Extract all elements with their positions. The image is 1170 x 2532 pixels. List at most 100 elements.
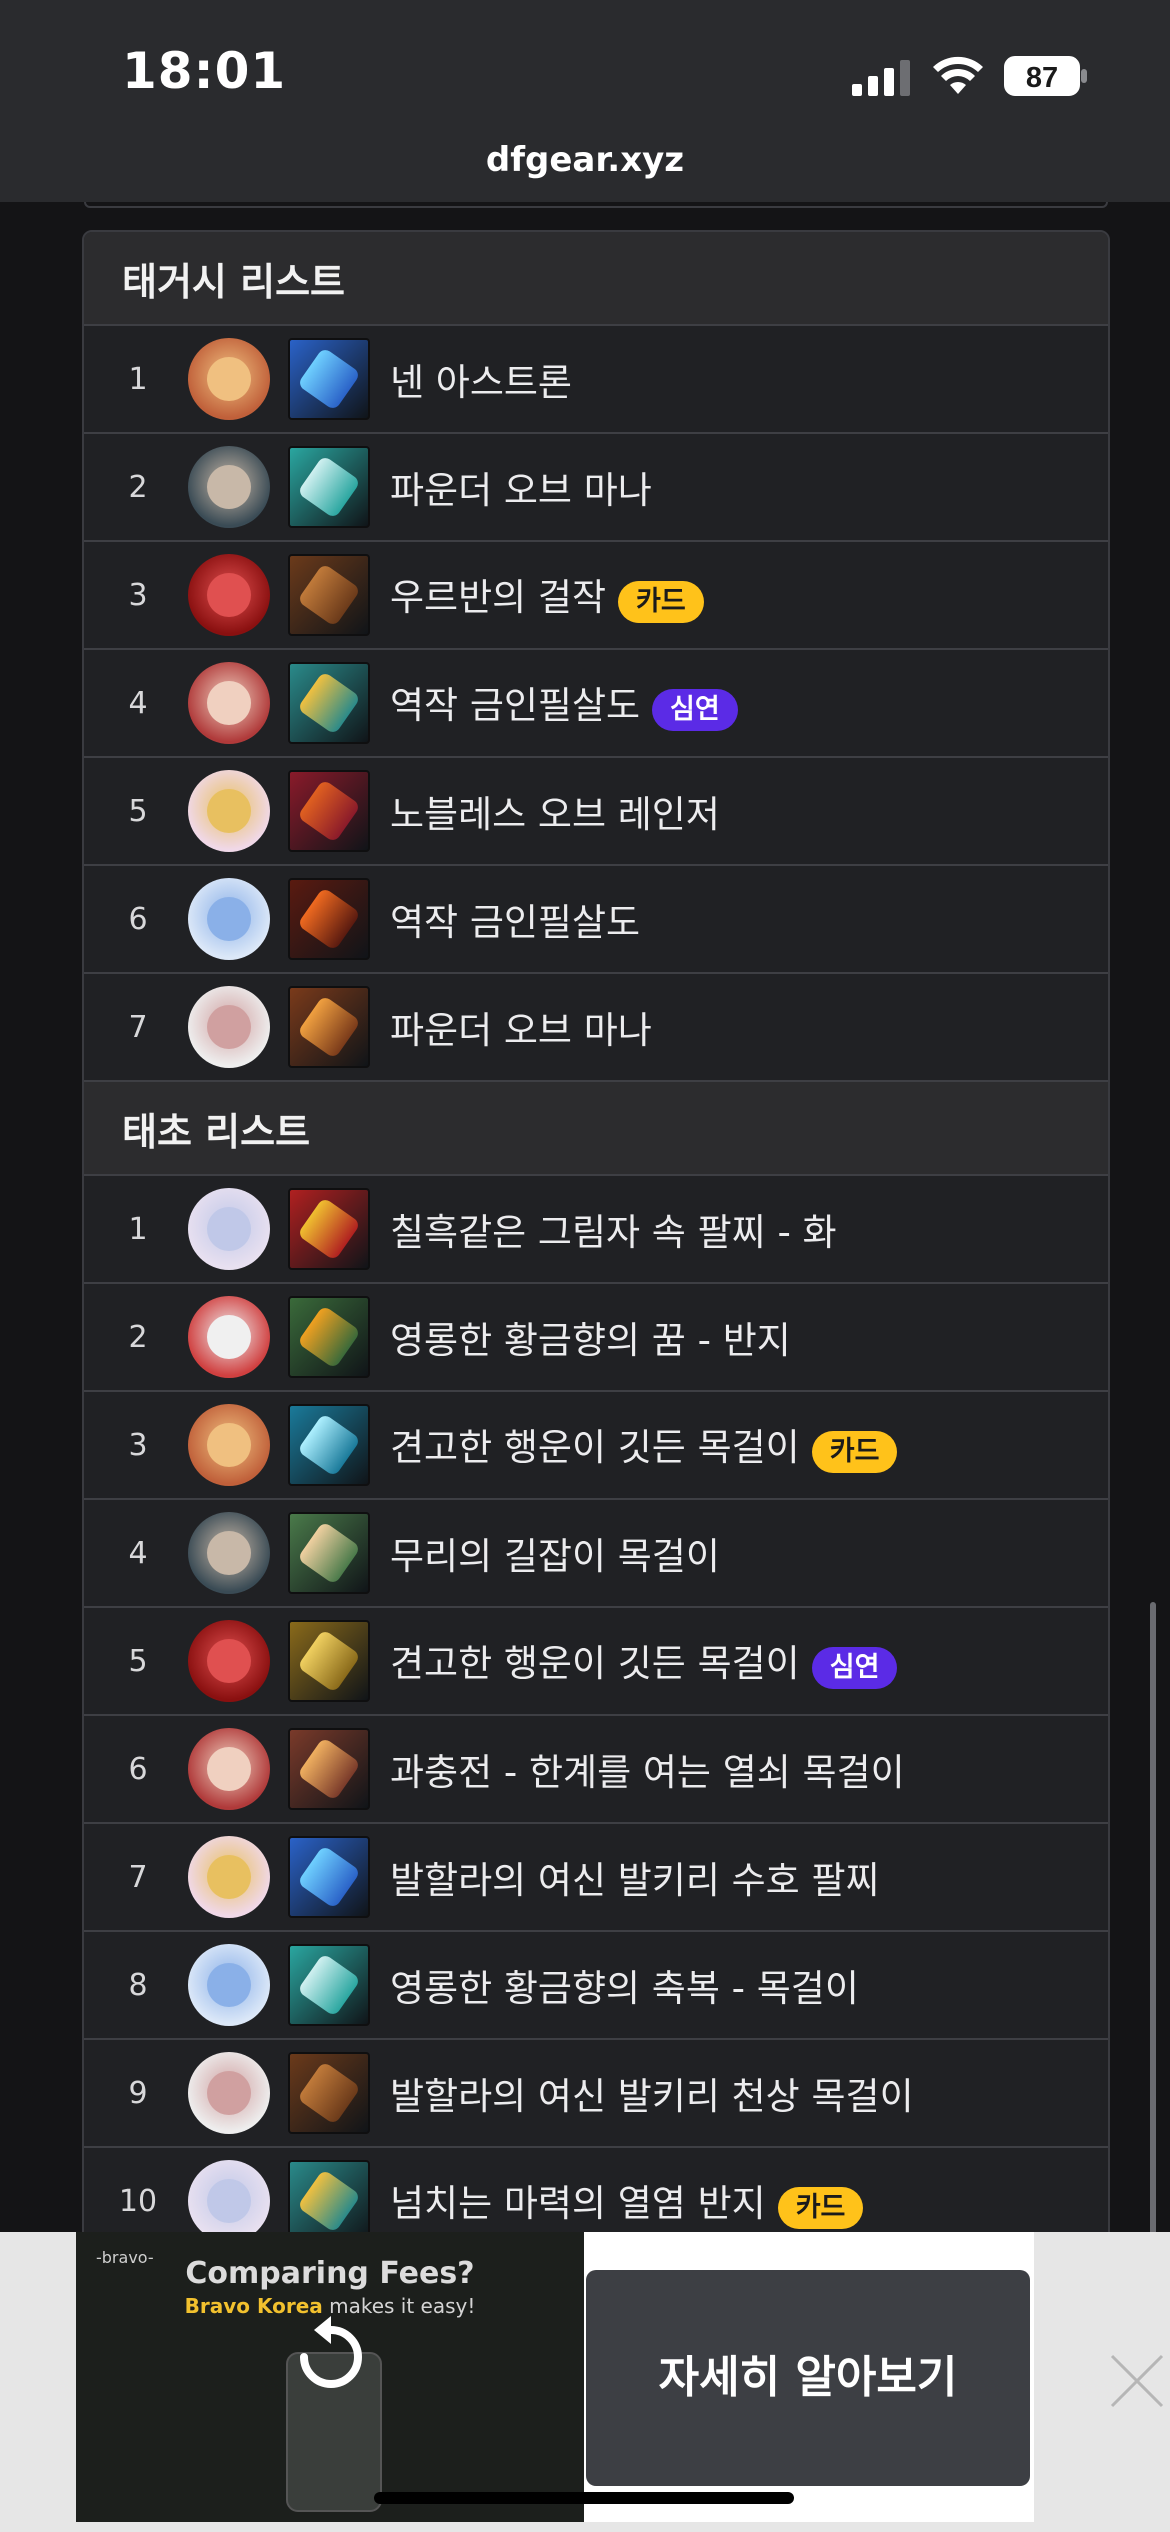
rank-number: 5 (128, 793, 148, 829)
ad-content[interactable]: -bravo- Comparing Fees? Bravo Korea make… (76, 2232, 1034, 2522)
item-name-text: 견고한 행운이 깃든 목걸이 (390, 1426, 800, 1469)
item-name-text: 발할라의 여신 발키리 천상 목걸이 (390, 2075, 914, 2118)
item-name-text: 파운더 오브 마나 (390, 1009, 652, 1052)
item-icon-shape (296, 2060, 362, 2126)
avatar-face (207, 1531, 251, 1575)
item-icon-shape (296, 1736, 362, 1802)
avatar-face (207, 1747, 251, 1791)
item-icon (288, 662, 370, 744)
ad-banner: -bravo- Comparing Fees? Bravo Korea make… (0, 2232, 1170, 2532)
close-icon[interactable] (1108, 2352, 1166, 2410)
previous-card-edge (84, 202, 1108, 208)
list-item[interactable]: 6 역작 금인필살도 (84, 866, 1108, 974)
item-name: 무리의 길잡이 목걸이 (390, 1526, 720, 1580)
avatar-face (207, 1315, 251, 1359)
replay-icon[interactable] (286, 2312, 376, 2402)
list-item[interactable]: 8 영롱한 황금향의 축복 - 목걸이 (84, 1932, 1108, 2040)
character-avatar (188, 1944, 270, 2026)
rank-number: 3 (128, 1427, 148, 1463)
item-name-text: 넘치는 마력의 열염 반지 (390, 2182, 766, 2225)
address-bar[interactable]: dfgear.xyz (0, 130, 1170, 202)
list-item[interactable]: 1 넨 아스트론 (84, 326, 1108, 434)
learn-more-label: 자세히 알아보기 (658, 2352, 958, 2403)
item-name: 역작 금인필살도 심연 (390, 675, 738, 731)
character-avatar (188, 1728, 270, 1810)
item-name: 넨 아스트론 (390, 352, 572, 406)
character-avatar (188, 554, 270, 636)
item-icon (288, 1620, 370, 1702)
list-item[interactable]: 3 우르반의 걸작 카드 (84, 542, 1108, 650)
character-avatar (188, 2052, 270, 2134)
rank-number: 4 (128, 685, 148, 721)
avatar-face (207, 2179, 251, 2223)
avatar-face (207, 681, 251, 725)
item-name: 발할라의 여신 발키리 천상 목걸이 (390, 2066, 914, 2120)
list-item[interactable]: 2 파운더 오브 마나 (84, 434, 1108, 542)
item-icon (288, 1836, 370, 1918)
item-icon-shape (296, 994, 362, 1060)
list-item[interactable]: 3 견고한 행운이 깃든 목걸이 카드 (84, 1392, 1108, 1500)
item-icon-shape (296, 1412, 362, 1478)
scrollbar[interactable] (1150, 1602, 1156, 2262)
avatar-face (207, 1855, 251, 1899)
item-name: 영롱한 황금향의 축복 - 목걸이 (390, 1958, 859, 2012)
item-icon-shape (296, 562, 362, 628)
rank-number: 6 (128, 1751, 148, 1787)
list-item[interactable]: 7 파운더 오브 마나 (84, 974, 1108, 1082)
ranking-list-card: 태거시 리스트 1 넨 아스트론 2 파운더 오브 마나 3 우르반의 걸작 카드 4 역작 금인… (82, 230, 1110, 2258)
avatar-face (207, 357, 251, 401)
item-icon (288, 1512, 370, 1594)
avatar-face (207, 1005, 251, 1049)
list-item[interactable]: 1 칠흑같은 그림자 속 팔찌 - 화 (84, 1176, 1108, 1284)
page-content: 태거시 리스트 1 넨 아스트론 2 파운더 오브 마나 3 우르반의 걸작 카드 4 역작 금인… (0, 202, 1170, 2532)
list-item[interactable]: 2 영롱한 황금향의 꿈 - 반지 (84, 1284, 1108, 1392)
item-icon-shape (296, 1952, 362, 2018)
avatar-face (207, 789, 251, 833)
card-badge: 카드 (618, 581, 704, 623)
item-name: 역작 금인필살도 (390, 892, 640, 946)
item-name-text: 노블레스 오브 레인저 (390, 793, 720, 836)
item-icon (288, 1944, 370, 2026)
item-icon (288, 554, 370, 636)
list-item[interactable]: 4 역작 금인필살도 심연 (84, 650, 1108, 758)
item-icon-shape (296, 670, 362, 736)
item-name-text: 넨 아스트론 (390, 361, 572, 404)
character-avatar (188, 1188, 270, 1270)
item-name: 견고한 행운이 깃든 목걸이 심연 (390, 1633, 898, 1689)
avatar-face (207, 465, 251, 509)
avatar-face (207, 573, 251, 617)
status-bar: 18:01 87 (0, 0, 1170, 130)
list-item[interactable]: 5 견고한 행운이 깃든 목걸이 심연 (84, 1608, 1108, 1716)
list-item[interactable]: 4 무리의 길잡이 목걸이 (84, 1500, 1108, 1608)
ad-image[interactable]: -bravo- Comparing Fees? Bravo Korea make… (76, 2232, 584, 2522)
list-item[interactable]: 7 발할라의 여신 발키리 수호 팔찌 (84, 1824, 1108, 1932)
item-name: 견고한 행운이 깃든 목걸이 카드 (390, 1417, 898, 1473)
item-icon-shape (296, 1520, 362, 1586)
character-avatar (188, 1296, 270, 1378)
list-item[interactable]: 6 과충전 - 한계를 여는 열쇠 목걸이 (84, 1716, 1108, 1824)
rank-number: 1 (128, 1211, 148, 1247)
item-icon (288, 2052, 370, 2134)
character-avatar (188, 446, 270, 528)
item-name: 파운더 오브 마나 (390, 460, 652, 514)
list-item[interactable]: 9 발할라의 여신 발키리 천상 목걸이 (84, 2040, 1108, 2148)
item-icon (288, 338, 370, 420)
learn-more-button[interactable]: 자세히 알아보기 (586, 2270, 1030, 2486)
abyss-badge: 심연 (811, 1647, 898, 1689)
rank-number: 10 (118, 2183, 158, 2219)
status-time: 18:01 (122, 42, 287, 100)
avatar-face (207, 1423, 251, 1467)
sections-container: 태거시 리스트 1 넨 아스트론 2 파운더 오브 마나 3 우르반의 걸작 카드 4 역작 금인… (84, 232, 1108, 2256)
item-icon (288, 1188, 370, 1270)
item-name-text: 발할라의 여신 발키리 수호 팔찌 (390, 1859, 880, 1902)
item-name-text: 과충전 - 한계를 여는 열쇠 목걸이 (390, 1751, 905, 1794)
character-avatar (188, 770, 270, 852)
list-item[interactable]: 5 노블레스 오브 레인저 (84, 758, 1108, 866)
item-name-text: 견고한 행운이 깃든 목걸이 (390, 1642, 800, 1685)
item-icon (288, 770, 370, 852)
rank-number: 7 (128, 1859, 148, 1895)
rank-number: 3 (128, 577, 148, 613)
character-avatar (188, 1836, 270, 1918)
item-icon (288, 1728, 370, 1810)
item-name: 과충전 - 한계를 여는 열쇠 목걸이 (390, 1742, 905, 1796)
